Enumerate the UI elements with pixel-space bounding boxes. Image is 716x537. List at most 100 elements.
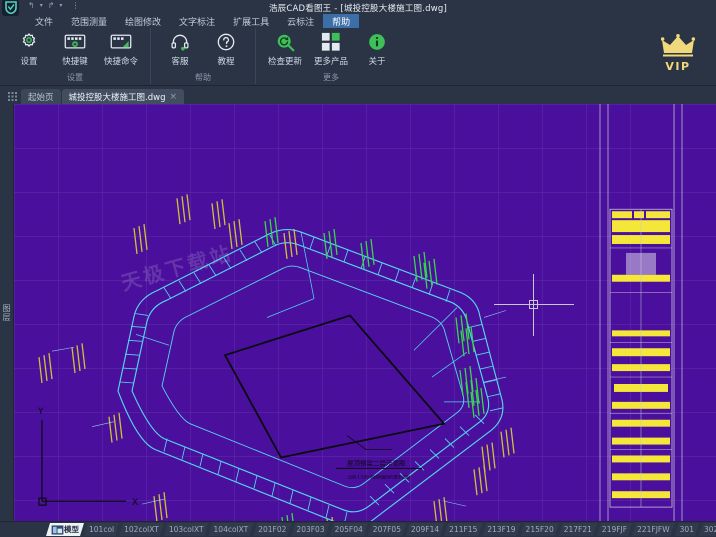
column-markers-yellow — [38, 193, 515, 521]
menu-bar: 文件 范围测量 绘图修改 文字标注 扩展工具 云标注 帮助 — [0, 14, 716, 28]
menu-draw-edit-label: 绘图修改 — [125, 17, 162, 28]
sidebar-layers-panel[interactable]: 图层 — [0, 104, 14, 521]
ribbon-group-help-label: 帮助 — [195, 73, 211, 82]
layout-tab-103colxt[interactable]: 103colXT — [164, 523, 209, 536]
tab-start-page[interactable]: 起始页 — [21, 89, 61, 104]
ribbon-group-more: 检查更新 更多产品 关于 更多 — [255, 28, 406, 84]
layout-tab-211f15[interactable]: 211F15 — [444, 523, 482, 536]
menu-help[interactable]: 帮助 — [323, 14, 360, 28]
tab-drawing[interactable]: 城投控股大楼施工图.dwg × — [61, 89, 185, 104]
layout-tab-201f02[interactable]: 201F02 — [253, 523, 291, 536]
ribbon-toolbar: 设置 快捷键 快捷命令 设置 客服 教程 帮助 检查更新 更多产品 关于 更多 … — [0, 28, 716, 86]
document-tab-strip: 起始页 城投控股大楼施工图.dwg × — [0, 86, 716, 104]
layout-tab-209f14[interactable]: 209F14 — [406, 523, 444, 536]
menu-help-label: 帮助 — [332, 17, 351, 28]
grid-squares-icon — [321, 31, 341, 53]
menu-file-label: 文件 — [35, 17, 54, 28]
layout-tab-215f20[interactable]: 215F20 — [521, 523, 559, 536]
menu-draw-edit[interactable]: 绘图修改 — [116, 14, 170, 28]
shortcut-keys-button[interactable]: 快捷键 — [52, 31, 98, 67]
layout-tab-217f21-label: 217F21 — [563, 525, 592, 534]
layout-tab-301-label: 301 — [679, 525, 694, 534]
layout-tab-301[interactable]: 301 — [675, 523, 699, 536]
truss-webs — [119, 234, 504, 521]
customer-service-button[interactable]: 客服 — [157, 31, 203, 67]
layout-tab-205f04[interactable]: 205F04 — [330, 523, 368, 536]
drag-grip-icon[interactable] — [4, 88, 20, 104]
drawing-title-group: 屋顶钢架二层示意图 比例 1:100 钢结构屋顶布置平面图 — [336, 458, 422, 479]
shortcut-commands-button-label: 快捷命令 — [103, 57, 138, 67]
layout-tab-211f15-label: 211F15 — [449, 525, 478, 534]
layout-tab-302[interactable]: 302 — [699, 523, 716, 536]
layout-tab-215f20-label: 215F20 — [525, 525, 554, 534]
settings-button-label: 设置 — [20, 57, 38, 67]
menu-cloud-annotation[interactable]: 云标注 — [278, 14, 323, 28]
shortcut-commands-button[interactable]: 快捷命令 — [98, 31, 144, 67]
layout-tab-model[interactable]: 模型 — [46, 523, 84, 536]
check-update-button[interactable]: 检查更新 — [262, 31, 308, 67]
tutorial-button[interactable]: 教程 — [203, 31, 249, 67]
shortcut-keys-button-label: 快捷键 — [62, 57, 88, 67]
workspace: 图层 屋顶钢架二层示意图 比例 1:100 钢结构屋顶布置平面图 Y X — [0, 104, 716, 521]
more-products-button-label: 更多产品 — [313, 57, 348, 67]
more-products-button[interactable]: 更多产品 — [308, 31, 354, 67]
layout-tab-217f21[interactable]: 217F21 — [559, 523, 597, 536]
check-update-button-label: 检查更新 — [267, 57, 302, 67]
question-circle-icon — [216, 31, 236, 53]
tab-start-page-label: 起始页 — [28, 92, 54, 103]
title-bar: ↰ ▾ ↱ ▾ ⋮ 浩辰CAD看图王 - [城投控股大楼施工图.dwg] — [0, 0, 716, 16]
menu-file[interactable]: 文件 — [26, 14, 62, 28]
layout-tab-221fjfw[interactable]: 221FJFW — [632, 523, 675, 536]
model-space-icon — [51, 525, 64, 535]
layout-tab-302-label: 302 — [703, 525, 714, 534]
bracing-lines — [135, 232, 480, 403]
crown-icon — [660, 34, 696, 57]
layout-tab-203f03[interactable]: 203F03 — [291, 523, 329, 536]
ucs-icon: Y X — [37, 407, 138, 508]
ribbon-group-help: 客服 教程 帮助 — [150, 28, 255, 84]
about-button-label: 关于 — [368, 57, 386, 67]
layout-tab-209f14-label: 209F14 — [410, 525, 440, 534]
drawing-canvas[interactable]: 屋顶钢架二层示意图 比例 1:100 钢结构屋顶布置平面图 Y X — [14, 104, 716, 521]
roof-outline-black — [223, 314, 446, 459]
vip-badge[interactable]: VIP — [654, 34, 702, 73]
vip-label: VIP — [665, 60, 691, 73]
tutorial-button-label: 教程 — [217, 57, 235, 67]
menu-cloud-annotation-label: 云标注 — [287, 17, 315, 28]
layout-tab-201f02-label: 201F02 — [258, 525, 287, 534]
ribbon-group-settings-label: 设置 — [67, 73, 83, 82]
headset-icon — [170, 31, 190, 53]
about-button[interactable]: 关于 — [354, 31, 400, 67]
menu-measure[interactable]: 范围测量 — [62, 14, 116, 28]
menu-text-annotation[interactable]: 文字标注 — [170, 14, 224, 28]
menu-extended-tools[interactable]: 扩展工具 — [224, 14, 278, 28]
command-keyboard-icon — [110, 31, 132, 53]
drawing-subtitle-text: 比例 1:100 钢结构屋顶布置平面图 — [348, 474, 410, 479]
layout-tab-203f03-label: 203F03 — [296, 525, 325, 534]
menu-extended-tools-label: 扩展工具 — [233, 17, 270, 28]
title-block — [609, 208, 673, 508]
layout-tab-bar: 模型 101col 102colXT 103colXT 104colXT 201… — [0, 521, 716, 537]
menu-text-annotation-label: 文字标注 — [179, 17, 216, 28]
customer-service-button-label: 客服 — [171, 57, 189, 67]
menu-measure-label: 范围测量 — [71, 17, 108, 28]
ucs-y-label: Y — [37, 407, 44, 417]
sidebar-layers-label: 图层 — [2, 303, 11, 322]
layout-tab-102colxt[interactable]: 102colXT — [119, 523, 164, 536]
ucs-x-label: X — [132, 498, 138, 508]
close-icon[interactable]: × — [169, 92, 177, 102]
layout-tab-102colxt-label: 102colXT — [124, 525, 159, 534]
layout-tab-205f04-label: 205F04 — [334, 525, 363, 534]
layout-tab-101col[interactable]: 101col — [84, 523, 119, 536]
layout-tab-104colxt[interactable]: 104colXT — [209, 523, 254, 536]
gear-icon — [19, 31, 39, 53]
layout-tab-219fjf[interactable]: 219FJF — [597, 523, 632, 536]
layout-tab-207f05[interactable]: 207F05 — [368, 523, 406, 536]
layout-tab-101col-label: 101col — [89, 525, 115, 534]
drawing-title-text: 屋顶钢架二层示意图 — [347, 458, 405, 467]
settings-button[interactable]: 设置 — [6, 31, 52, 67]
layout-tab-213f19[interactable]: 213F19 — [482, 523, 520, 536]
layout-tab-207f05-label: 207F05 — [372, 525, 401, 534]
layout-tab-213f19-label: 213F19 — [487, 525, 516, 534]
callout-leaders — [51, 310, 507, 507]
